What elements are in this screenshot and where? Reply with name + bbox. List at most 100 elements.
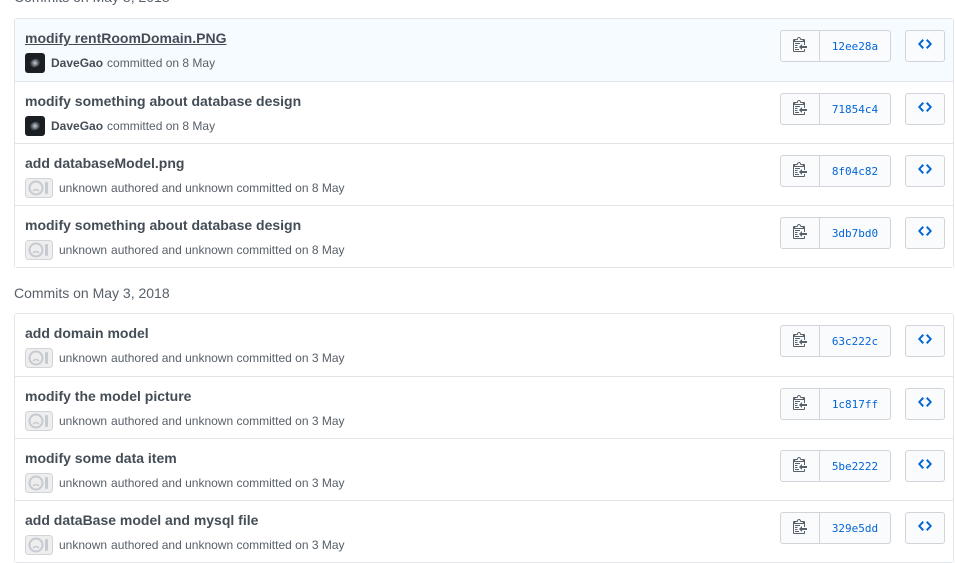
commit-message-link[interactable]: modify rentRoomDomain.PNG — [25, 30, 226, 46]
browse-repo-button[interactable] — [905, 93, 945, 125]
commit-meta: DaveGao committed on 8 May — [25, 116, 215, 136]
sha-button-group: 71854c4 — [780, 93, 891, 125]
code-icon — [918, 99, 932, 120]
copy-sha-button[interactable] — [781, 94, 820, 124]
commit-sha-link[interactable]: 63c222c — [820, 326, 890, 356]
commit-date-text: authored and unknown committed on 3 May — [111, 351, 345, 365]
sha-button-group: 3db7bd0 — [780, 217, 891, 249]
code-icon — [918, 331, 932, 352]
copy-sha-button[interactable] — [781, 451, 820, 481]
browse-repo-button[interactable] — [905, 325, 945, 357]
commit-meta: unknown authored and unknown committed on… — [25, 535, 345, 555]
commit-row: modify something about database design Da… — [15, 81, 953, 143]
sha-button-group: 63c222c — [780, 325, 891, 357]
commit-sha-link[interactable]: 12ee28a — [820, 31, 890, 61]
commit-row: modify some data item unknown authored and… — [15, 438, 953, 500]
author-link[interactable]: DaveGao — [51, 119, 103, 133]
commit-list: modify rentRoomDomain.PNG DaveGao committe… — [14, 18, 954, 268]
commit-date-text: authored and unknown committed on 8 May — [111, 181, 345, 195]
commit-date-text: committed on 8 May — [107, 119, 216, 133]
author-name: unknown — [59, 351, 108, 365]
copy-sha-button[interactable] — [781, 156, 820, 186]
sha-button-group: 8f04c82 — [780, 155, 891, 187]
commit-sha-link[interactable]: 5be2222 — [820, 451, 890, 481]
copy-sha-button[interactable] — [781, 389, 820, 419]
browse-repo-button[interactable] — [905, 155, 945, 187]
commit-sha-link[interactable]: 329e5dd — [820, 513, 890, 543]
commit-sha-link[interactable]: 71854c4 — [820, 94, 890, 124]
browse-repo-button[interactable] — [905, 512, 945, 544]
commit-row: add databaseModel.png unknown authored and… — [15, 143, 953, 205]
copy-sha-button[interactable] — [781, 513, 820, 543]
code-icon — [918, 223, 932, 244]
ghost-avatar-icon — [25, 240, 53, 260]
sha-button-group: 329e5dd — [780, 512, 891, 544]
commit-date-text: authored and unknown committed on 3 May — [111, 414, 345, 428]
sha-button-group: 12ee28a — [780, 30, 891, 62]
commit-meta: DaveGao committed on 8 May — [25, 53, 215, 73]
code-icon — [918, 394, 932, 415]
clipboard-icon — [793, 394, 807, 415]
ghost-avatar-icon — [25, 411, 53, 431]
sha-button-group: 5be2222 — [780, 450, 891, 482]
code-icon — [918, 161, 932, 182]
author-name: unknown — [59, 243, 108, 257]
author-name: unknown — [59, 181, 108, 195]
commit-row: modify the model picture unknown authored … — [15, 376, 953, 438]
browse-repo-button[interactable] — [905, 450, 945, 482]
clipboard-icon — [793, 161, 807, 182]
ghost-avatar-icon — [25, 473, 53, 493]
copy-sha-button[interactable] — [781, 31, 820, 61]
commit-meta: unknown authored and unknown committed on… — [25, 240, 345, 260]
clipboard-icon — [793, 99, 807, 120]
commit-group-title: Commits on May 8, 2018 — [14, 0, 170, 5]
browse-repo-button[interactable] — [905, 388, 945, 420]
commit-row: add domain model unknown authored and unkn… — [15, 314, 953, 376]
sha-button-group: 1c817ff — [780, 388, 891, 420]
commit-sha-link[interactable]: 8f04c82 — [820, 156, 890, 186]
browse-repo-button[interactable] — [905, 217, 945, 249]
commit-message-link[interactable]: modify some data item — [25, 450, 177, 466]
commit-meta: unknown authored and unknown committed on… — [25, 473, 345, 493]
ghost-avatar-icon — [25, 348, 53, 368]
code-icon — [918, 456, 932, 477]
browse-repo-button[interactable] — [905, 30, 945, 62]
commit-message-link[interactable]: add domain model — [25, 325, 149, 341]
copy-sha-button[interactable] — [781, 218, 820, 248]
ghost-avatar-icon — [25, 178, 53, 198]
clipboard-icon — [793, 518, 807, 539]
commit-message-link[interactable]: modify the model picture — [25, 388, 191, 404]
commit-message-link[interactable]: modify something about database design — [25, 93, 301, 109]
commit-date-text: authored and unknown committed on 3 May — [111, 538, 345, 552]
commit-message-link[interactable]: add dataBase model and mysql file — [25, 512, 258, 528]
clipboard-icon — [793, 223, 807, 244]
commit-message-link[interactable]: add databaseModel.png — [25, 155, 184, 171]
author-link[interactable]: DaveGao — [51, 56, 103, 70]
author-avatar[interactable] — [25, 116, 45, 136]
commit-sha-link[interactable]: 3db7bd0 — [820, 218, 890, 248]
commit-list: add domain model unknown authored and unkn… — [14, 313, 954, 563]
author-name: unknown — [59, 538, 108, 552]
commit-row: modify something about database design un… — [15, 205, 953, 267]
copy-sha-button[interactable] — [781, 326, 820, 356]
commit-row: modify rentRoomDomain.PNG DaveGao committe… — [15, 19, 953, 81]
clipboard-icon — [793, 456, 807, 477]
author-name: unknown — [59, 476, 108, 490]
clipboard-icon — [793, 331, 807, 352]
commit-date-text: authored and unknown committed on 3 May — [111, 476, 345, 490]
commit-group-title: Commits on May 3, 2018 — [14, 285, 170, 301]
commit-message-link[interactable]: modify something about database design — [25, 217, 301, 233]
commit-meta: unknown authored and unknown committed on… — [25, 411, 345, 431]
code-icon — [918, 518, 932, 539]
commit-meta: unknown authored and unknown committed on… — [25, 178, 345, 198]
commit-date-text: authored and unknown committed on 8 May — [111, 243, 345, 257]
clipboard-icon — [793, 36, 807, 57]
code-icon — [918, 36, 932, 57]
author-avatar[interactable] — [25, 53, 45, 73]
commit-sha-link[interactable]: 1c817ff — [820, 389, 890, 419]
commit-meta: unknown authored and unknown committed on… — [25, 348, 345, 368]
commit-date-text: committed on 8 May — [107, 56, 216, 70]
ghost-avatar-icon — [25, 535, 53, 555]
commit-row: add dataBase model and mysql file unknown… — [15, 500, 953, 562]
author-name: unknown — [59, 414, 108, 428]
